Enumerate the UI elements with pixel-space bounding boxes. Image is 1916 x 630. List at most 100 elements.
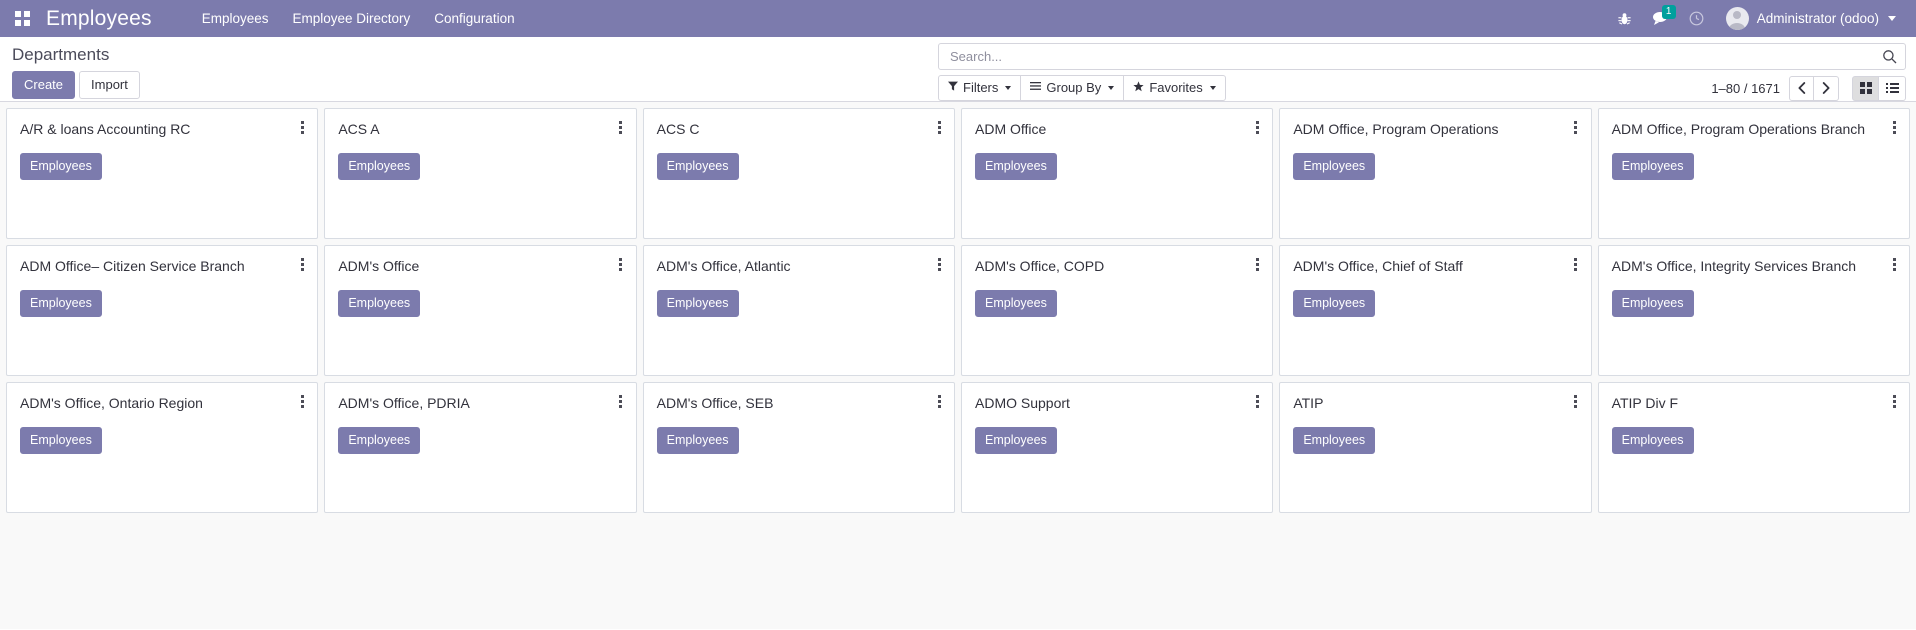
- kanban-card[interactable]: ATIP Div F Employees: [1597, 382, 1910, 513]
- vertical-dots-icon[interactable]: [614, 118, 628, 136]
- chevron-down-icon: [1209, 85, 1216, 90]
- vertical-dots-icon[interactable]: [932, 255, 946, 273]
- kanban-card[interactable]: ADM Office, Program Operations Branch Emp…: [1597, 108, 1910, 239]
- pager-previous-button[interactable]: [1789, 75, 1814, 101]
- pager-next-button[interactable]: [1814, 75, 1839, 101]
- control-panel-right: Filters Group By: [938, 43, 1906, 101]
- kanban-card-employees-button[interactable]: Employees: [975, 153, 1057, 180]
- kanban-card-employees-button[interactable]: Employees: [338, 153, 421, 180]
- kanban-card-employees-button[interactable]: Employees: [656, 290, 739, 317]
- vertical-dots-icon[interactable]: [932, 118, 946, 136]
- kanban-card-employees-button[interactable]: Employees: [338, 427, 421, 454]
- kanban-card[interactable]: ACS C Employees: [642, 108, 955, 239]
- kanban-card[interactable]: ADM Office, Program Operations Employees: [1279, 108, 1592, 239]
- vertical-dots-icon[interactable]: [1250, 392, 1264, 410]
- kanban-card-title: ADM's Office, Atlantic: [656, 258, 791, 274]
- kanban-card-title: ADM's Office: [338, 258, 420, 274]
- vertical-dots-icon[interactable]: [614, 392, 628, 410]
- vertical-dots-icon[interactable]: [1887, 392, 1901, 410]
- vertical-dots-icon[interactable]: [1250, 255, 1264, 273]
- kanban-card[interactable]: ATIP Employees: [1279, 382, 1592, 513]
- filters-dropdown-button[interactable]: Filters: [938, 75, 1022, 101]
- kanban-card-employees-button[interactable]: Employees: [20, 427, 102, 454]
- group-by-dropdown-button[interactable]: Group By: [1021, 75, 1125, 101]
- kanban-card-title: ADM's Office, Integrity Services Branch: [1611, 258, 1857, 274]
- kanban-card[interactable]: A/R & loans Accounting RC Employees: [6, 108, 319, 239]
- apps-grid-glyph: [14, 11, 30, 26]
- kanban-card[interactable]: ADM's Office, Atlantic Employees: [642, 245, 955, 376]
- group-by-label: Group By: [1046, 80, 1102, 95]
- kanban-card-title: ADM's Office, Ontario Region: [20, 395, 203, 411]
- star-icon: [1133, 80, 1144, 95]
- clock-icon[interactable]: [1680, 0, 1714, 37]
- kanban-card-title: ACS C: [656, 121, 700, 137]
- vertical-dots-icon[interactable]: [1250, 118, 1264, 136]
- funnel-icon: [948, 81, 958, 94]
- kanban-card[interactable]: ADM's Office, Chief of Staff Employees: [1279, 245, 1592, 376]
- list-view-icon[interactable]: [1879, 75, 1906, 101]
- kanban-card[interactable]: ADM's Office, Integrity Services Branch E…: [1597, 245, 1910, 376]
- create-button[interactable]: Create: [12, 71, 76, 99]
- kanban-card-title: ACS A: [338, 121, 380, 137]
- kanban-view: A/R & loans Accounting RC Employees ACS A E…: [0, 102, 1916, 629]
- vertical-dots-icon[interactable]: [295, 392, 309, 410]
- view-switcher: [1852, 75, 1906, 101]
- import-button[interactable]: Import: [79, 71, 140, 99]
- kanban-card-employees-button[interactable]: Employees: [1293, 427, 1376, 454]
- pager-count: 1–80 / 1671: [1711, 80, 1780, 96]
- kanban-card[interactable]: ADM's Office, SEB Employees: [642, 382, 955, 513]
- kanban-card[interactable]: ADM Office– Citizen Service Branch Employ…: [6, 245, 319, 376]
- vertical-dots-icon[interactable]: [1887, 118, 1901, 136]
- kanban-card-employees-button[interactable]: Employees: [1611, 153, 1694, 180]
- list-view-glyph: [1885, 83, 1899, 93]
- kanban-view-glyph: [1859, 82, 1872, 94]
- menu-item-employee-directory[interactable]: Employee Directory: [280, 0, 422, 37]
- favorites-label: Favorites: [1149, 80, 1203, 95]
- kanban-view-icon[interactable]: [1852, 75, 1879, 101]
- favorites-dropdown-button[interactable]: Favorites: [1124, 75, 1226, 101]
- search-input[interactable]: [948, 45, 1882, 68]
- kanban-card-employees-button[interactable]: Employees: [656, 427, 739, 454]
- kanban-card-employees-button[interactable]: Employees: [20, 290, 102, 317]
- kanban-card[interactable]: ADMO Support Employees: [961, 382, 1274, 513]
- kanban-card-employees-button[interactable]: Employees: [975, 290, 1057, 317]
- kanban-card-employees-button[interactable]: Employees: [1293, 153, 1376, 180]
- search-icon[interactable]: [1882, 49, 1897, 64]
- kanban-card[interactable]: ADM's Office, Ontario Region Employees: [6, 382, 319, 513]
- kanban-card-employees-button[interactable]: Employees: [1611, 427, 1694, 454]
- kanban-card-employees-button[interactable]: Employees: [975, 427, 1057, 454]
- search-view[interactable]: [938, 43, 1906, 70]
- menu-item-configuration[interactable]: Configuration: [422, 0, 526, 37]
- menu-item-employees[interactable]: Employees: [190, 0, 281, 37]
- vertical-dots-icon[interactable]: [1569, 118, 1583, 136]
- filters-label: Filters: [963, 80, 999, 95]
- apps-grid-icon[interactable]: [0, 0, 44, 37]
- vertical-dots-icon[interactable]: [1569, 255, 1583, 273]
- vertical-dots-icon[interactable]: [1887, 255, 1901, 273]
- kanban-card[interactable]: ADM's Office, PDRIA Employees: [324, 382, 637, 513]
- kanban-card[interactable]: ADM's Office Employees: [324, 245, 637, 376]
- kanban-card-title: ATIP: [1293, 395, 1324, 411]
- kanban-card-employees-button[interactable]: Employees: [1611, 290, 1694, 317]
- kanban-card-employees-button[interactable]: Employees: [338, 290, 421, 317]
- vertical-dots-icon[interactable]: [1569, 392, 1583, 410]
- vertical-dots-icon[interactable]: [295, 255, 309, 273]
- kanban-card-title: ADM's Office, COPD: [975, 258, 1105, 274]
- control-panel: Departments Create Import Search... Filt…: [0, 37, 1916, 102]
- kanban-card[interactable]: ACS A Employees: [324, 108, 637, 239]
- kanban-card-employees-button[interactable]: Employees: [656, 153, 739, 180]
- kanban-card[interactable]: ADM Office Employees: [961, 108, 1274, 239]
- vertical-dots-icon[interactable]: [614, 255, 628, 273]
- user-menu[interactable]: Administrator (odoo): [1716, 0, 1904, 37]
- kanban-card-title: ADM Office, Program Operations: [1293, 121, 1499, 137]
- kanban-card-employees-button[interactable]: Employees: [1293, 290, 1376, 317]
- kanban-card-employees-button[interactable]: Employees: [20, 153, 102, 180]
- vertical-dots-icon[interactable]: [295, 118, 309, 136]
- vertical-dots-icon[interactable]: [932, 392, 946, 410]
- kanban-grid: A/R & loans Accounting RC Employees ACS A E…: [6, 108, 1910, 513]
- bug-icon[interactable]: [1608, 0, 1642, 37]
- breadcrumb[interactable]: Departments: [10, 43, 140, 67]
- hamburger-icon: [1030, 81, 1042, 94]
- chat-bubble-icon[interactable]: 1: [1644, 0, 1678, 37]
- kanban-card[interactable]: ADM's Office, COPD Employees: [961, 245, 1274, 376]
